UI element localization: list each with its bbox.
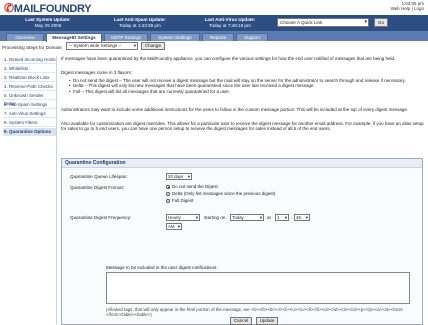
message-label: Message to be included in the user diges… bbox=[106, 265, 218, 270]
admins-text: Administrators may want to include some … bbox=[61, 107, 409, 112]
cancel-button[interactable]: Cancel bbox=[230, 317, 252, 325]
logo-mark-icon: ✆ bbox=[4, 1, 14, 15]
mailfoundry-logo: ✆MAILFOUNDRY bbox=[4, 1, 92, 15]
tab-support[interactable]: Support bbox=[236, 32, 268, 41]
minute-value: 45 bbox=[296, 215, 301, 220]
header: ✆MAILFOUNDRY 1:03:05 pm Web Help | Logo bbox=[0, 0, 428, 15]
quicklink-value: Choose A Quick Link bbox=[280, 20, 323, 25]
format-label: Quarantine Digest Format: bbox=[70, 185, 125, 190]
tab-overview[interactable]: Overview bbox=[6, 32, 44, 41]
sidebar-item-system-filters[interactable]: 8. System Filters bbox=[3, 119, 56, 127]
chevron-down-icon: ▾ bbox=[364, 19, 367, 25]
hour-select[interactable]: 1 ▾ bbox=[275, 214, 289, 221]
chevron-down-icon: ▾ bbox=[259, 215, 262, 220]
lifespan-value: 20 days bbox=[168, 174, 184, 179]
processing-label: Processing Steps for Domain: bbox=[2, 45, 63, 50]
update-button[interactable]: Update bbox=[256, 317, 278, 325]
sidebar-item-denied-hosts[interactable]: 1. Denied Incoming Hosts bbox=[3, 56, 56, 64]
ampm-value: AM bbox=[168, 224, 175, 229]
go-button[interactable]: Go bbox=[374, 18, 388, 27]
chevron-down-icon: ▾ bbox=[177, 224, 180, 229]
digest-message-textarea[interactable] bbox=[106, 272, 410, 304]
chevron-down-icon: ▾ bbox=[284, 215, 287, 220]
tab-messageid-settings[interactable]: MessageID Settings bbox=[46, 32, 102, 42]
format-option-none[interactable]: Do not send the Digest bbox=[166, 184, 218, 189]
radio-label: Full Digest bbox=[172, 198, 194, 203]
status-value: Today at 1:43:38 pm bbox=[119, 22, 161, 28]
frequency-label: Quarantine Digest Frequency: bbox=[70, 215, 132, 220]
starting-on-label: starting on bbox=[204, 215, 226, 220]
status-antivirus-update: Last Anti-Virus Update: Today at 7:48:18… bbox=[186, 17, 274, 28]
intro-text: If messages have been quarantined by the… bbox=[61, 56, 396, 61]
header-links[interactable]: Web Help | Logo bbox=[391, 6, 424, 11]
tab-reports[interactable]: Reports bbox=[202, 32, 234, 41]
at-label: at bbox=[267, 215, 271, 220]
overrides-text: Also available for customization are dig… bbox=[61, 121, 424, 132]
sidebar-item-anti-virus[interactable]: 7. Anti-Virus Settings bbox=[3, 110, 56, 118]
format-option-full[interactable]: Full Digest bbox=[166, 198, 193, 203]
lifespan-select[interactable]: 20 days ▾ bbox=[166, 173, 192, 180]
ampm-select[interactable]: AM ▾ bbox=[166, 223, 182, 230]
starting-day-select[interactable]: Today ▾ bbox=[230, 214, 264, 221]
page: ✆MAILFOUNDRY 1:03:05 pm Web Help | Logo … bbox=[0, 0, 428, 325]
chevron-down-icon: ▾ bbox=[187, 174, 190, 179]
change-button[interactable]: Change bbox=[141, 42, 165, 50]
tab-smtp-settings[interactable]: SMTP Settings bbox=[104, 32, 148, 41]
main-tabs: Overview MessageID Settings SMTP Setting… bbox=[0, 31, 428, 42]
status-value: May 25 2005 bbox=[34, 22, 62, 28]
top-right-info: 1:03:05 pm Web Help | Logo bbox=[391, 1, 424, 11]
bullet-item: Full – This digest will list all message… bbox=[69, 89, 425, 95]
digest-bullet-list: Do not send the digest – The user will n… bbox=[69, 78, 425, 95]
radio-label: Do not send the Digest bbox=[172, 184, 218, 189]
chevron-down-icon: ▾ bbox=[133, 43, 136, 48]
tab-system-settings[interactable]: System Settings bbox=[150, 32, 200, 41]
sidebar-item-unknown-sender-delay[interactable]: 5. Unknown Sender Delay bbox=[3, 92, 56, 106]
starting-day-value: Today bbox=[232, 215, 244, 220]
allowed-tags-note: (Allowed tags, that will only appear in … bbox=[106, 307, 404, 317]
status-antispam-update: Last Anti-Spam Update: Today at 1:43:38 … bbox=[96, 17, 184, 28]
domain-select[interactable]: -- System wide Settings -- ▾ bbox=[66, 42, 138, 50]
digest-intro-text: Digest messages come in 3 flavors: bbox=[61, 70, 133, 75]
frequency-value: Hourly bbox=[168, 215, 181, 220]
sidebar-item-reverse-path-checks[interactable]: 4. Reverse-Path Checks bbox=[3, 83, 56, 91]
minute-select[interactable]: 45 ▾ bbox=[294, 214, 310, 221]
panel-title: Quarantine Configuration bbox=[62, 159, 422, 168]
lifespan-label: Quarantine Queue Lifespan: bbox=[70, 174, 128, 179]
radio-unselected-icon bbox=[166, 198, 170, 203]
chevron-down-icon: ▾ bbox=[305, 215, 308, 220]
radio-selected-icon bbox=[166, 184, 170, 189]
quicklink-select[interactable]: Choose A Quick Link ▾ bbox=[277, 18, 369, 27]
sidebar-item-whitelists[interactable]: 2. Whitelists bbox=[3, 65, 56, 73]
sidebar-item-quarantine-options[interactable]: 9. Quarantine Options bbox=[3, 128, 56, 136]
sidebar-item-realtime-block-lists[interactable]: 3. Realtime Block Lists bbox=[3, 74, 56, 82]
domain-select-value: -- System wide Settings -- bbox=[69, 43, 122, 48]
status-system-update: Last System Update: May 25 2005 bbox=[4, 17, 92, 28]
hour-value: 1 bbox=[277, 215, 280, 220]
brand-name: MAILFOUNDRY bbox=[13, 3, 92, 15]
chevron-down-icon: ▾ bbox=[195, 215, 198, 220]
quarantine-config-panel: Quarantine Configuration Quarantine Queu… bbox=[61, 158, 423, 325]
sidebar: 1. Denied Incoming Hosts 2. Whitelists 3… bbox=[2, 56, 57, 325]
radio-label: Delta (Only list messages since the prev… bbox=[172, 191, 276, 196]
status-bar: Last System Update: May 25 2005 Last Ant… bbox=[0, 15, 428, 31]
format-option-delta[interactable]: Delta (Only list messages since the prev… bbox=[166, 191, 275, 196]
time-separator: : bbox=[291, 215, 293, 220]
frequency-select[interactable]: Hourly ▾ bbox=[166, 214, 200, 221]
status-value: Today at 7:48:18 pm bbox=[209, 22, 251, 28]
sidebar-item-anti-spam[interactable]: 6. Anti-Spam Settings bbox=[3, 101, 56, 109]
radio-unselected-icon bbox=[166, 191, 170, 196]
